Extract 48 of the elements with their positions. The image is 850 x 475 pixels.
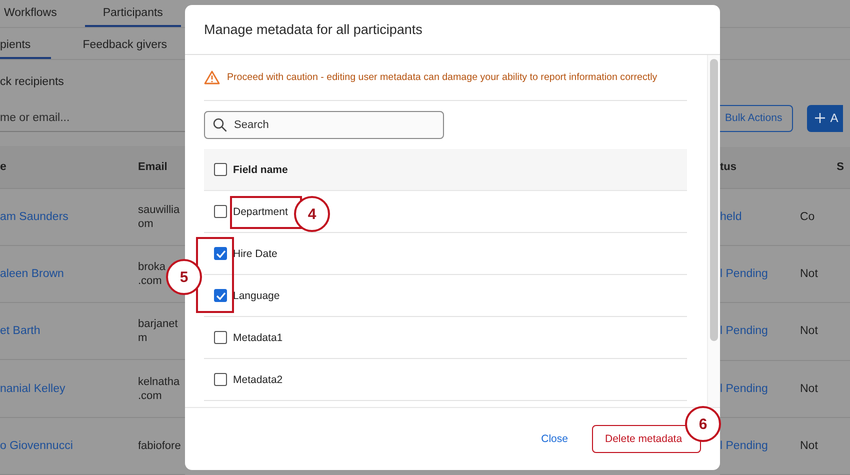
status-link[interactable]: l Pending bbox=[720, 268, 800, 280]
delete-button[interactable]: Delete metadata bbox=[592, 425, 701, 453]
field-name: Language bbox=[233, 290, 280, 302]
email-cell-text: fabiofore bbox=[138, 440, 182, 452]
email-cell-text: .com bbox=[138, 390, 163, 402]
field-name: Metadata2 bbox=[233, 374, 283, 386]
participant-link[interactable]: nanial Kelley bbox=[0, 382, 138, 395]
page-heading: ck recipients bbox=[0, 76, 64, 88]
status-link[interactable]: held bbox=[720, 211, 800, 224]
email-cell-text: m bbox=[138, 332, 148, 344]
email-cell-text: .com bbox=[138, 275, 163, 288]
email-cell-text: broka bbox=[138, 261, 167, 274]
field-name: Hire Date bbox=[233, 248, 278, 260]
column-header: e bbox=[0, 161, 8, 173]
table-cell-text: Not bbox=[800, 382, 819, 395]
warning-message: Proceed with caution - editing user metadata can damage your ability to report information correctly bbox=[227, 72, 658, 83]
column-header: Email bbox=[138, 161, 168, 173]
tab[interactable]: Participants bbox=[84, 6, 181, 27]
participant-link[interactable]: et Barth bbox=[0, 325, 138, 338]
add-button[interactable]: A bbox=[807, 104, 844, 132]
email-cell-text: barjanet bbox=[138, 318, 179, 330]
column-header: tus bbox=[720, 161, 738, 174]
email-cell-text: sauwillia bbox=[138, 204, 181, 216]
search-field[interactable]: me or email... bbox=[0, 112, 170, 124]
participant-link[interactable]: am Saunders bbox=[0, 210, 138, 223]
bulk-actions-button[interactable]: Bulk Actions bbox=[720, 104, 794, 132]
tab[interactable]: pients bbox=[0, 39, 51, 60]
table-cell-text: Co bbox=[800, 211, 816, 224]
column-header: S bbox=[836, 161, 844, 174]
table-cell-text: Not bbox=[800, 325, 819, 338]
search-field[interactable]: Search bbox=[204, 111, 444, 139]
dialog-title: Manage metadata for all participants bbox=[204, 22, 422, 37]
tab[interactable]: Workflows bbox=[0, 6, 57, 27]
field-name: Metadata1 bbox=[233, 332, 283, 344]
column-header: Field name bbox=[233, 164, 288, 176]
status-link[interactable]: l Pending bbox=[720, 382, 800, 395]
participant-link[interactable]: o Giovennucci bbox=[0, 440, 138, 452]
status-link[interactable]: l Pending bbox=[720, 325, 800, 338]
participant-link[interactable]: aleen Brown bbox=[0, 268, 138, 280]
field-name: Department bbox=[233, 206, 288, 218]
status-link[interactable]: l Pending bbox=[720, 440, 800, 452]
table-cell-text: Not bbox=[800, 440, 819, 452]
table-cell-text: Not bbox=[800, 268, 819, 280]
email-cell-text: kelnatha bbox=[138, 376, 181, 388]
step-number: 5 bbox=[166, 259, 202, 295]
tab[interactable]: Feedback givers bbox=[78, 39, 168, 60]
close-button[interactable]: Close bbox=[537, 429, 572, 449]
email-cell-text: om bbox=[138, 218, 154, 230]
